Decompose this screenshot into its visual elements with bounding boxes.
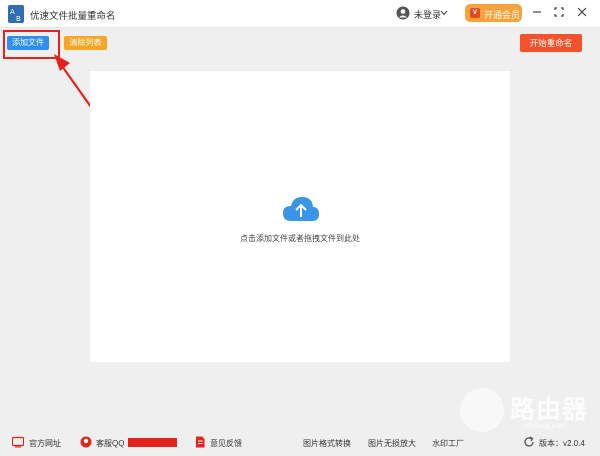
login-status[interactable]: 未登录	[414, 8, 441, 21]
watermark-factory-link[interactable]: 水印工厂	[432, 438, 464, 449]
feedback-link[interactable]: 意见反馈	[210, 438, 242, 449]
svg-text:A: A	[10, 8, 15, 16]
file-drop-zone[interactable]: 点击添加文件或者拖拽文件到此处	[90, 71, 510, 362]
user-icon[interactable]	[396, 6, 410, 20]
svg-text:B: B	[16, 15, 21, 23]
format-convert-link[interactable]: 图片格式转换	[303, 438, 351, 449]
wifi-router-icon	[460, 388, 504, 432]
vip-button[interactable]: V 开通会员	[465, 4, 522, 22]
watermark-domain: luyouqi.com	[524, 421, 567, 430]
title-bar: A B 优速文件批量重命名 未登录 V 开通会员	[0, 0, 600, 28]
minimize-icon[interactable]	[531, 6, 543, 18]
monitor-icon	[12, 436, 24, 448]
website-link[interactable]: 官方网址	[29, 438, 61, 449]
clear-list-button[interactable]: 清除列表	[64, 36, 107, 50]
vip-crown-icon: V	[470, 8, 480, 18]
maximize-icon[interactable]	[553, 6, 565, 18]
app-logo-icon: A B	[8, 5, 24, 23]
cloud-upload-icon[interactable]	[282, 195, 320, 223]
app-title: 优速文件批量重命名	[30, 11, 116, 22]
redacted-bar	[128, 438, 177, 447]
refresh-icon[interactable]	[523, 436, 535, 448]
support-avatar-icon	[80, 436, 92, 448]
close-icon[interactable]	[576, 6, 588, 18]
vip-label: 开通会员	[484, 10, 521, 20]
drop-hint-text: 点击添加文件或者拖拽文件到此处	[240, 234, 360, 243]
feedback-icon	[196, 436, 205, 448]
watermark-overlay: 路由器 luyouqi.com	[460, 388, 600, 432]
support-qq-link[interactable]: 客服QQ	[96, 438, 124, 449]
version-label: 版本：v2.0.4	[539, 439, 585, 448]
chevron-down-icon[interactable]	[440, 10, 448, 16]
footer-bar: 官方网址 客服QQ 意见反馈 图片格式转换 图片无损放大 水印工厂 版本：v2.…	[0, 430, 600, 456]
lossless-enlarge-link[interactable]: 图片无损放大	[368, 438, 416, 449]
start-rename-button[interactable]: 开始重命名	[520, 34, 582, 52]
